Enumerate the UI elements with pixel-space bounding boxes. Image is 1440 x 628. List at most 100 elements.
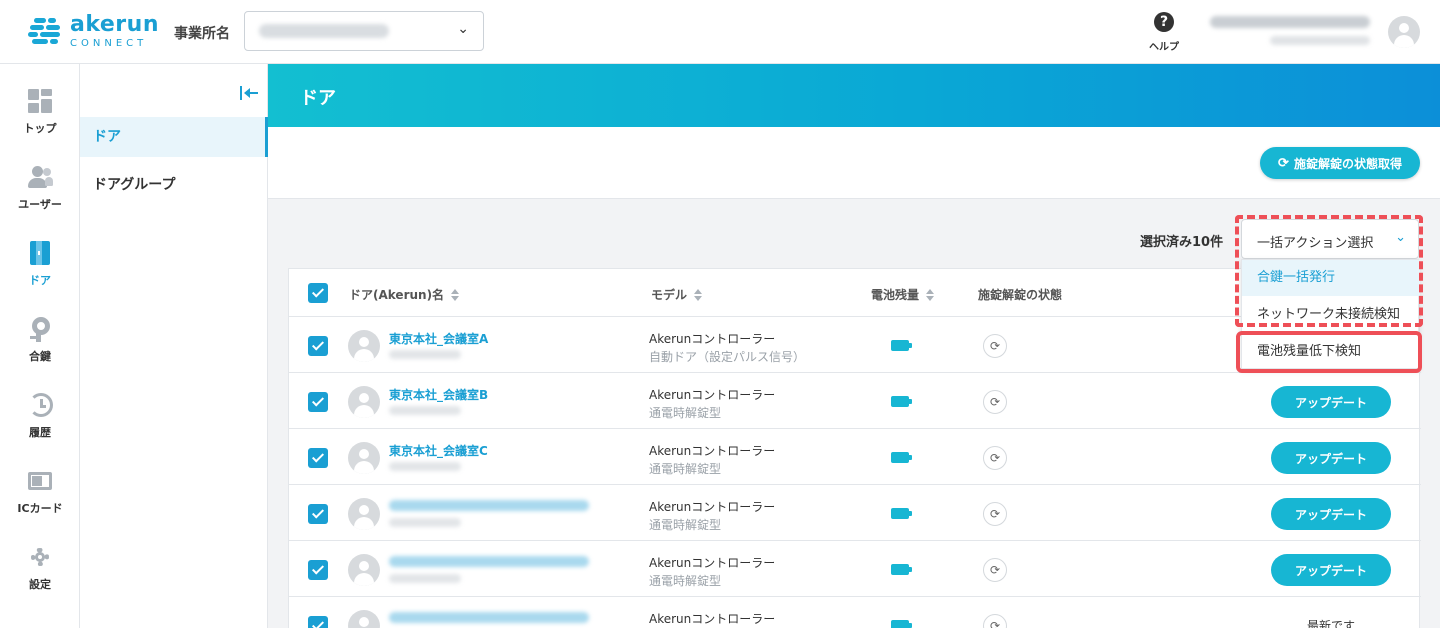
menu-item-battery-detect[interactable]: 電池残量低下検知 [1242, 334, 1420, 370]
rail-item-door[interactable]: ドア [0, 240, 80, 306]
door-serial-redacted [389, 462, 461, 471]
battery-icon [891, 564, 912, 575]
refresh-lock-status-button[interactable]: ⟳ 施錠解錠の状態取得 [1260, 147, 1420, 179]
update-button[interactable]: アップデート [1271, 442, 1391, 474]
row-checkbox[interactable] [308, 448, 328, 468]
rail-item-key[interactable]: 合鍵 [0, 316, 80, 382]
model-name: Akerunコントローラー [649, 500, 776, 514]
refresh-icon: ⟳ [1278, 155, 1289, 170]
sync-icon[interactable]: ⟳ [983, 558, 1007, 582]
select-all-checkbox[interactable] [308, 283, 328, 303]
col-model[interactable]: モデル [651, 286, 703, 303]
chevron-down-icon: ⌄ [457, 21, 469, 37]
table-row[interactable]: Akerunコントローラー ⟳ 最新です [289, 597, 1421, 628]
door-serial-redacted [389, 518, 461, 527]
col-battery-label: 電池残量 [871, 288, 920, 302]
door-name-link[interactable]: 東京本社_会議室A [389, 330, 488, 347]
menu-item-bulk-key-issue[interactable]: 合鍵一括発行 [1242, 260, 1420, 296]
door-serial-redacted [389, 350, 461, 359]
door-avatar [348, 498, 380, 530]
rail-label: ICカード [17, 502, 63, 515]
row-checkbox[interactable] [308, 504, 328, 524]
collapse-sidebar-icon[interactable] [240, 84, 258, 102]
door-serial-redacted [389, 406, 461, 415]
row-checkbox[interactable] [308, 392, 328, 412]
door-avatar [348, 554, 380, 586]
user-icon [27, 164, 53, 190]
sync-icon[interactable]: ⟳ [983, 390, 1007, 414]
office-select[interactable]: ⌄ [244, 11, 484, 51]
sync-icon[interactable]: ⟳ [983, 334, 1007, 358]
model-name: Akerunコントローラー [649, 556, 776, 570]
door-name-redacted[interactable] [389, 556, 589, 567]
toolbar: ⟳ 施錠解錠の状態取得 [268, 127, 1440, 199]
rail-item-users[interactable]: ユーザー [0, 164, 80, 230]
update-button[interactable]: アップデート [1271, 386, 1391, 418]
row-checkbox[interactable] [308, 616, 328, 628]
key-icon [27, 316, 53, 342]
table-row[interactable]: Akerunコントローラー 通電時解錠型 ⟳ アップデート [289, 541, 1421, 597]
door-name-link[interactable]: 東京本社_会議室B [389, 386, 488, 403]
row-checkbox[interactable] [308, 336, 328, 356]
table-row[interactable]: 東京本社_会議室C Akerunコントローラー 通電時解錠型 ⟳ アップデート [289, 429, 1421, 485]
chevron-down-icon: ⌄ [1395, 230, 1406, 245]
menu-item-network-detect[interactable]: ネットワーク未接続検知 [1242, 297, 1420, 333]
model-name: Akerunコントローラー [649, 388, 776, 402]
help-icon: ? [1154, 12, 1174, 32]
row-checkbox[interactable] [308, 560, 328, 580]
page-banner: ドア [268, 64, 1440, 127]
gear-icon [27, 544, 53, 570]
rail-label: 合鍵 [29, 350, 51, 363]
door-name-redacted[interactable] [389, 612, 589, 623]
update-button[interactable]: アップデート [1271, 554, 1391, 586]
model-name: Akerunコントローラー [649, 444, 776, 458]
door-avatar [348, 386, 380, 418]
update-button[interactable]: アップデート [1271, 498, 1391, 530]
table-row[interactable]: Akerunコントローラー 通電時解錠型 ⟳ アップデート [289, 485, 1421, 541]
model-name: Akerunコントローラー [649, 332, 776, 346]
battery-icon [891, 508, 912, 519]
model-name: Akerunコントローラー [649, 612, 776, 626]
model-type: 通電時解錠型 [649, 518, 722, 532]
user-name-redacted [1210, 16, 1370, 28]
battery-icon [891, 340, 912, 351]
col-door-name[interactable]: ドア(Akerun)名 [349, 286, 460, 303]
col-door-name-label: ドア(Akerun)名 [349, 288, 445, 302]
logo-word: akerun [70, 12, 159, 37]
door-name-link[interactable]: 東京本社_会議室C [389, 442, 488, 459]
door-serial-redacted [389, 574, 461, 583]
top-header: akerun CONNECT 事業所名 ⌄ ? ヘルプ [0, 0, 1440, 64]
firmware-status: 最新です [1306, 619, 1355, 628]
sync-icon[interactable]: ⟳ [983, 614, 1007, 628]
subnav-item-door[interactable]: ドア [80, 117, 268, 157]
rail-item-top[interactable]: トップ [0, 88, 80, 154]
rail-item-ic-card[interactable]: ICカード [0, 468, 80, 534]
rail-label: ユーザー [18, 198, 62, 211]
bulk-action-selected: 一括アクション選択 [1257, 236, 1374, 251]
sort-icon [694, 288, 703, 301]
help-button[interactable]: ? ヘルプ [1146, 12, 1182, 53]
bulk-action-select[interactable]: 一括アクション選択 ⌄ [1241, 219, 1419, 259]
left-rail-nav: トップ ユーザー ドア 合鍵 履歴 ICカード 設定 [0, 64, 80, 628]
refresh-lock-status-label: 施錠解錠の状態取得 [1293, 156, 1402, 171]
sync-icon[interactable]: ⟳ [983, 446, 1007, 470]
door-name-redacted[interactable] [389, 500, 589, 511]
battery-icon [891, 620, 912, 628]
col-model-label: モデル [651, 288, 688, 302]
rail-item-settings[interactable]: 設定 [0, 544, 80, 610]
sub-nav: ドア ドアグループ [80, 64, 268, 628]
user-avatar[interactable] [1388, 16, 1420, 48]
door-avatar [348, 442, 380, 474]
model-type: 自動ドア（設定パルス信号） [649, 350, 806, 364]
sync-icon[interactable]: ⟳ [983, 502, 1007, 526]
office-label: 事業所名 [174, 26, 230, 42]
table-row[interactable]: 東京本社_会議室B Akerunコントローラー 通電時解錠型 ⟳ アップデート [289, 373, 1421, 429]
col-battery[interactable]: 電池残量 [871, 286, 935, 303]
rail-item-history[interactable]: 履歴 [0, 392, 80, 458]
akerun-logo[interactable]: akerun CONNECT [28, 14, 159, 49]
model-type: 通電時解錠型 [649, 406, 722, 420]
office-select-value-redacted [259, 24, 389, 38]
rail-label: 履歴 [29, 426, 51, 439]
subnav-item-door-group[interactable]: ドアグループ [80, 165, 268, 205]
sort-icon [451, 288, 460, 301]
